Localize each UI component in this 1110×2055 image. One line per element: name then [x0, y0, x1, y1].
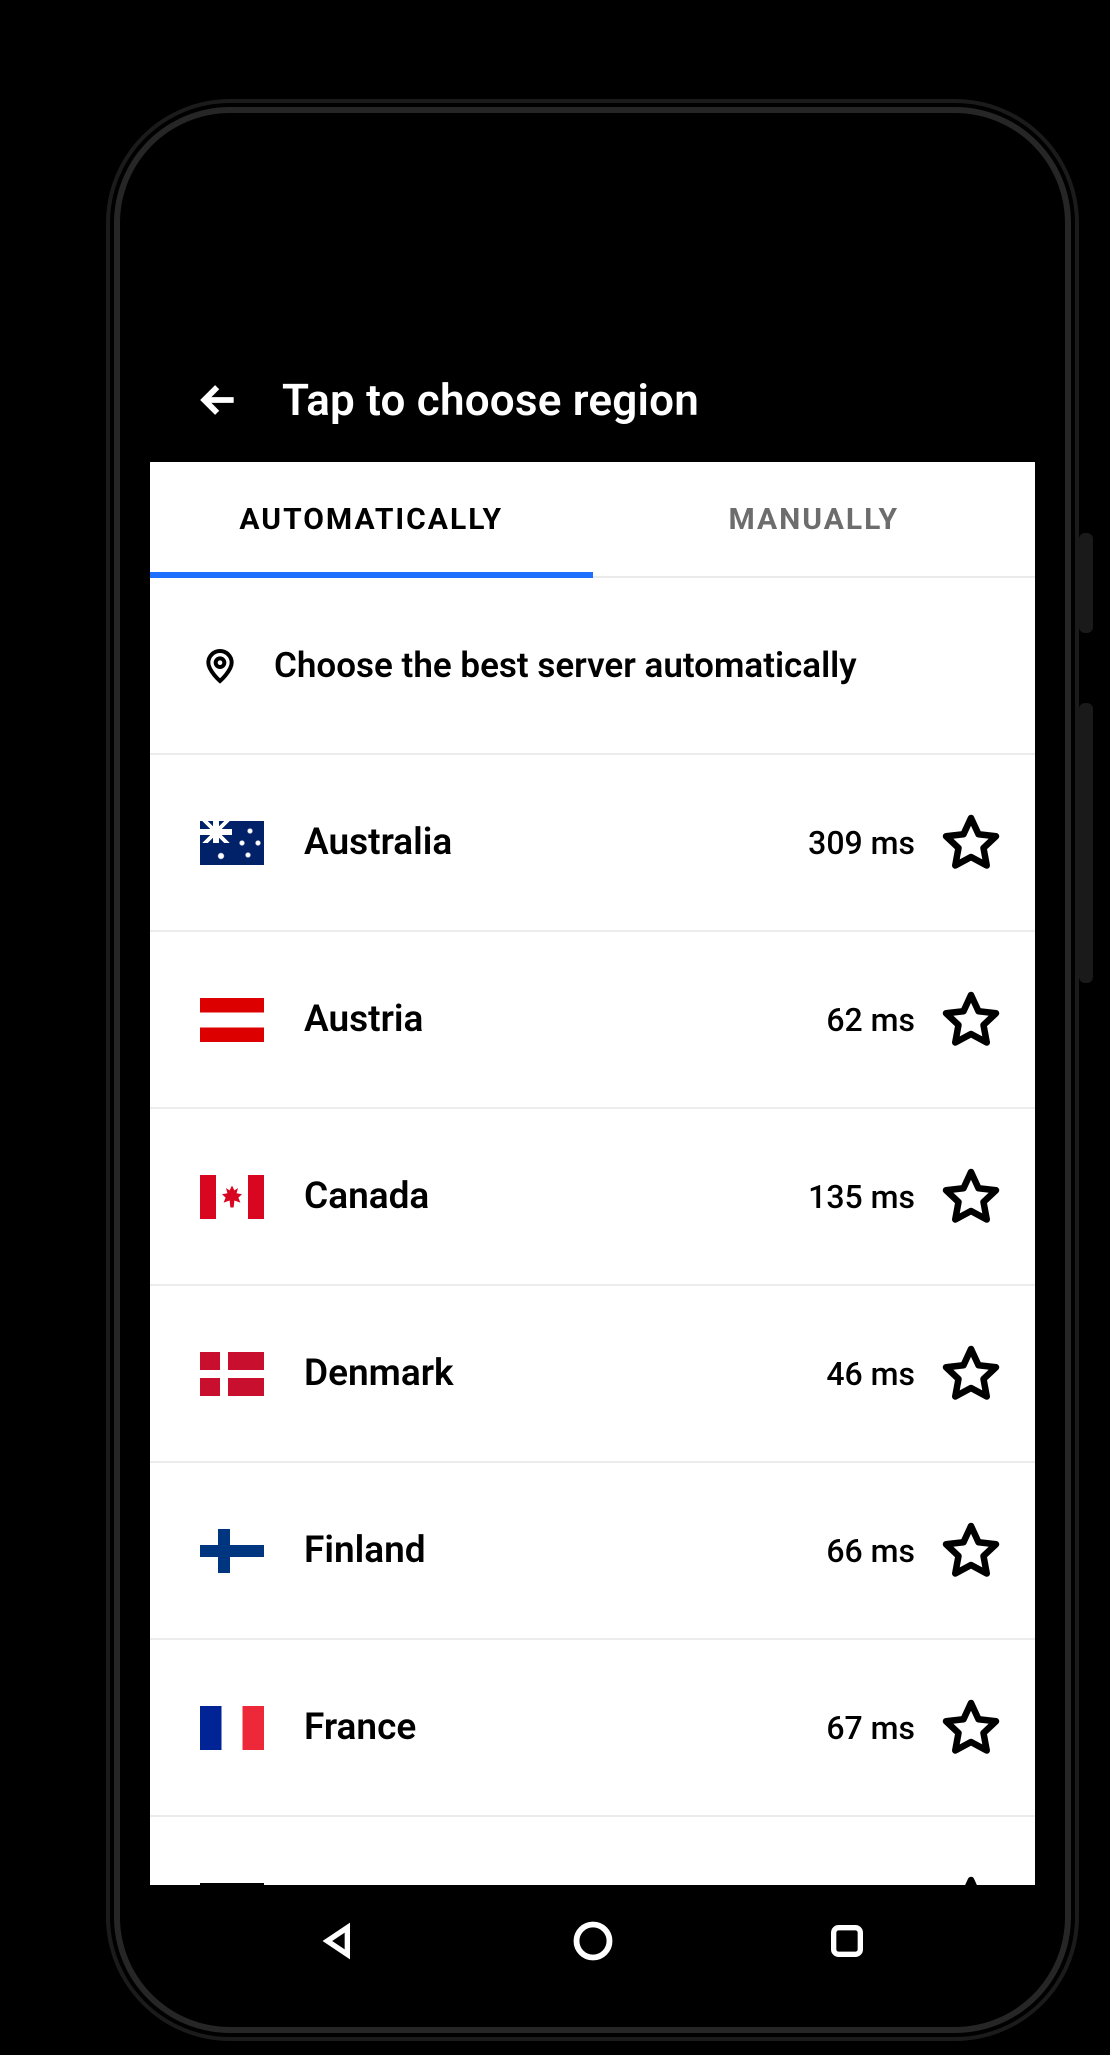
arrow-left-icon	[197, 378, 241, 422]
favorite-button[interactable]	[941, 990, 1001, 1050]
favorite-button[interactable]	[941, 1698, 1001, 1758]
star-icon	[941, 1344, 1001, 1404]
favorite-button[interactable]	[941, 1521, 1001, 1581]
nav-back-button[interactable]	[312, 1914, 366, 1968]
server-list: Australia 309 ms Austria 62 ms	[150, 755, 1035, 1885]
volume-button[interactable]	[1079, 703, 1093, 983]
power-button[interactable]	[1079, 533, 1093, 633]
server-ping: 309 ms	[808, 824, 915, 862]
favorite-button[interactable]	[941, 1344, 1001, 1404]
server-row-germany[interactable]: Germany 53 ms	[150, 1817, 1035, 1885]
server-name: France	[304, 1706, 826, 1749]
server-name: Australia	[304, 821, 808, 864]
page-title: Tap to choose region	[282, 374, 699, 426]
nav-recents-button[interactable]	[820, 1914, 874, 1968]
square-recents-icon	[827, 1921, 867, 1961]
server-ping: 66 ms	[826, 1532, 915, 1570]
server-row-austria[interactable]: Austria 62 ms	[150, 932, 1035, 1109]
location-pin-icon	[200, 646, 240, 686]
star-icon	[941, 1875, 1001, 1886]
flag-icon-finland	[200, 1529, 264, 1573]
favorite-button[interactable]	[941, 1875, 1001, 1886]
star-icon	[941, 1698, 1001, 1758]
favorite-button[interactable]	[941, 813, 1001, 873]
server-ping: 62 ms	[826, 1001, 915, 1039]
circle-home-icon	[571, 1919, 615, 1963]
flag-icon-canada	[200, 1175, 264, 1219]
tab-manually[interactable]: MANUALLY	[593, 462, 1036, 576]
server-row-australia[interactable]: Australia 309 ms	[150, 755, 1035, 932]
server-row-denmark[interactable]: Denmark 46 ms	[150, 1286, 1035, 1463]
star-icon	[941, 990, 1001, 1050]
tab-automatically[interactable]: AUTOMATICALLY	[150, 462, 593, 576]
server-row-finland[interactable]: Finland 66 ms	[150, 1463, 1035, 1640]
favorite-button[interactable]	[941, 1167, 1001, 1227]
star-icon	[941, 1167, 1001, 1227]
back-button[interactable]	[194, 375, 244, 425]
phone-frame: Tap to choose region AUTOMATICALLY MANUA…	[120, 113, 1065, 2027]
screen: Tap to choose region AUTOMATICALLY MANUA…	[150, 143, 1035, 1997]
flag-icon-france	[200, 1706, 264, 1750]
server-ping: 135 ms	[808, 1178, 915, 1216]
server-name: Finland	[304, 1529, 826, 1572]
tabs: AUTOMATICALLY MANUALLY	[150, 462, 1035, 578]
server-name: Denmark	[304, 1352, 826, 1395]
system-nav-bar	[150, 1885, 1035, 1997]
triangle-back-icon	[319, 1921, 359, 1961]
auto-select-label: Choose the best server automatically	[274, 645, 857, 686]
flag-icon-austria	[200, 998, 264, 1042]
server-ping: 46 ms	[826, 1355, 915, 1393]
server-name: Austria	[304, 998, 826, 1041]
content-area: AUTOMATICALLY MANUALLY Choose the best s…	[150, 462, 1035, 1885]
flag-icon-denmark	[200, 1352, 264, 1396]
flag-icon-australia	[200, 821, 264, 865]
nav-home-button[interactable]	[566, 1914, 620, 1968]
star-icon	[941, 813, 1001, 873]
server-row-france[interactable]: France 67 ms	[150, 1640, 1035, 1817]
app-bar: Tap to choose region	[150, 143, 1035, 462]
server-row-canada[interactable]: Canada 135 ms	[150, 1109, 1035, 1286]
star-icon	[941, 1521, 1001, 1581]
server-ping: 67 ms	[826, 1709, 915, 1747]
auto-select-row[interactable]: Choose the best server automatically	[150, 578, 1035, 755]
server-name: Canada	[304, 1175, 808, 1218]
